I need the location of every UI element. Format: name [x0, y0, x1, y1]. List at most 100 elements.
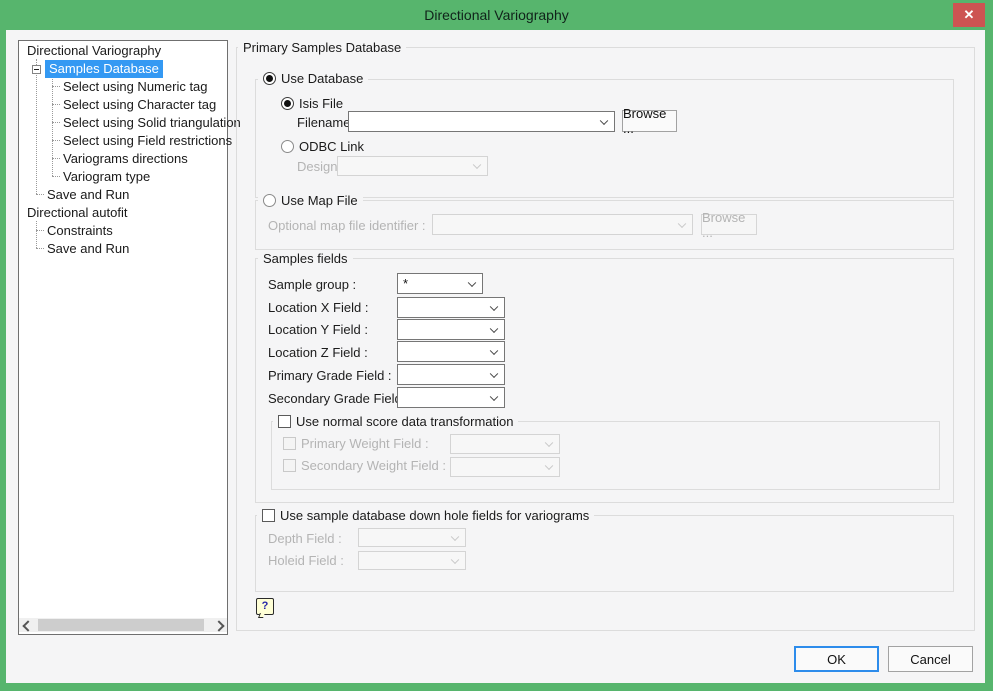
tree-connector — [52, 176, 60, 177]
radio-unselected-icon — [263, 194, 276, 207]
tree-item-label: Select using Character tag — [61, 97, 218, 112]
tree-item-select-using-field-restrictions[interactable]: Select using Field restrictions — [61, 133, 234, 149]
primary-weight-label: Primary Weight Field : — [301, 436, 429, 451]
window-title: Directional Variography — [0, 0, 993, 30]
sample-group-value: * — [403, 276, 408, 291]
tree-item-variogram-type[interactable]: Variogram type — [61, 169, 152, 185]
location-x-field-combobox[interactable] — [397, 297, 505, 318]
tree-item-label: Select using Numeric tag — [61, 79, 210, 94]
primary-samples-database-label: Primary Samples Database — [238, 40, 406, 55]
secondary-weight-combobox — [450, 457, 560, 477]
map-identifier-combobox — [432, 214, 693, 235]
scroll-right-icon[interactable] — [213, 620, 224, 631]
tree-item-save-and-run-2[interactable]: Save and Run — [45, 241, 131, 257]
chevron-down-icon — [490, 302, 498, 310]
location-y-field-combobox[interactable] — [397, 319, 505, 340]
tree-connector — [36, 221, 37, 248]
chevron-down-icon — [473, 161, 481, 169]
chevron-down-icon — [451, 532, 459, 540]
tree-item-label: Select using Solid triangulation — [61, 115, 243, 130]
radio-selected-icon — [263, 72, 276, 85]
ok-button[interactable]: OK — [794, 646, 879, 672]
holeid-field-combobox — [358, 551, 466, 570]
primary-weight-checkbox: Primary Weight Field : — [278, 436, 434, 451]
collapse-expander-icon[interactable] — [32, 65, 41, 74]
tree-connector — [52, 86, 60, 87]
browse-filename-button[interactable]: Browse ... — [622, 110, 677, 132]
chevron-down-icon — [490, 392, 498, 400]
tree-item-directional-variography[interactable]: Directional Variography — [25, 43, 163, 59]
scrollbar-thumb[interactable] — [38, 619, 204, 631]
tree-connector — [36, 248, 44, 249]
help-icon[interactable]: ? — [256, 598, 274, 615]
location-z-field-label: Location Z Field : — [268, 345, 368, 360]
location-z-field-combobox[interactable] — [397, 341, 505, 362]
odbc-link-label: ODBC Link — [299, 139, 364, 154]
tree-item-samples-database[interactable]: Samples Database — [45, 61, 163, 77]
chevron-down-icon — [678, 219, 686, 227]
browse-map-button: Browse ... — [701, 214, 757, 235]
tree-item-directional-autofit[interactable]: Directional autofit — [25, 205, 129, 221]
tree-connector — [36, 194, 44, 195]
downhole-checkbox[interactable]: Use sample database down hole fields for… — [257, 508, 594, 523]
location-x-field-label: Location X Field : — [268, 300, 368, 315]
depth-field-combobox — [358, 528, 466, 547]
title-bar: Directional Variography ✕ — [0, 0, 993, 30]
tree-connector — [52, 104, 60, 105]
tree-item-label: Directional Variography — [25, 43, 163, 58]
use-map-file-radio[interactable]: Use Map File — [258, 193, 363, 208]
chevron-down-icon — [545, 462, 553, 470]
chevron-down-icon — [490, 346, 498, 354]
chevron-down-icon — [490, 324, 498, 332]
checkbox-disabled-icon — [283, 459, 296, 472]
scroll-left-icon[interactable] — [22, 620, 33, 631]
normal-score-group — [271, 421, 940, 490]
tree-item-select-using-character-tag[interactable]: Select using Character tag — [61, 97, 218, 113]
chevron-down-icon — [600, 116, 608, 124]
sample-group-label: Sample group : — [268, 277, 356, 292]
tree-item-label: Save and Run — [45, 241, 131, 256]
map-identifier-label: Optional map file identifier : — [268, 218, 426, 233]
checkbox-unchecked-icon — [262, 509, 275, 522]
use-database-radio[interactable]: Use Database — [258, 71, 368, 86]
sample-group-combobox[interactable]: * — [397, 273, 483, 294]
tree-item-save-and-run[interactable]: Save and Run — [45, 187, 131, 203]
tree-item-select-using-solid-triangulation[interactable]: Select using Solid triangulation — [61, 115, 243, 131]
tree-item-label: Variograms directions — [61, 151, 190, 166]
holeid-field-label: Holeid Field : — [268, 553, 344, 568]
tree-item-constraints[interactable]: Constraints — [45, 223, 115, 239]
odbc-link-radio[interactable]: ODBC Link — [276, 139, 369, 154]
tree-item-label: Constraints — [45, 223, 115, 238]
design-label: Design — [297, 159, 337, 174]
cancel-button[interactable]: Cancel — [888, 646, 973, 672]
samples-fields-label: Samples fields — [258, 251, 353, 266]
normal-score-label: Use normal score data transformation — [296, 414, 513, 429]
downhole-label: Use sample database down hole fields for… — [280, 508, 589, 523]
secondary-weight-label: Secondary Weight Field : — [301, 458, 446, 473]
primary-grade-field-label: Primary Grade Field : — [268, 368, 392, 383]
tree-item-label: Select using Field restrictions — [61, 133, 234, 148]
tree-horizontal-scrollbar[interactable] — [19, 618, 227, 632]
use-map-file-label: Use Map File — [281, 193, 358, 208]
tree-item-label: Samples Database — [45, 60, 163, 78]
close-icon[interactable]: ✕ — [953, 3, 985, 27]
tree-item-label: Save and Run — [45, 187, 131, 202]
normal-score-checkbox[interactable]: Use normal score data transformation — [273, 414, 518, 429]
chevron-down-icon — [545, 439, 553, 447]
checkbox-unchecked-icon — [278, 415, 291, 428]
tree-item-label: Variogram type — [61, 169, 152, 184]
primary-grade-field-combobox[interactable] — [397, 364, 505, 385]
tree-connector — [52, 140, 60, 141]
navigation-tree: Directional Variography Samples Database… — [18, 40, 228, 635]
depth-field-label: Depth Field : — [268, 531, 342, 546]
filename-combobox[interactable] — [348, 111, 615, 132]
tree-item-select-using-numeric-tag[interactable]: Select using Numeric tag — [61, 79, 210, 95]
use-database-label: Use Database — [281, 71, 363, 86]
secondary-grade-field-combobox[interactable] — [397, 387, 505, 408]
tree-connector — [36, 75, 37, 194]
tree-connector — [52, 122, 60, 123]
chevron-down-icon — [468, 278, 476, 286]
isis-file-radio[interactable]: Isis File — [276, 96, 348, 111]
secondary-grade-field-label: Secondary Grade Field : — [268, 391, 409, 406]
tree-item-variograms-directions[interactable]: Variograms directions — [61, 151, 190, 167]
